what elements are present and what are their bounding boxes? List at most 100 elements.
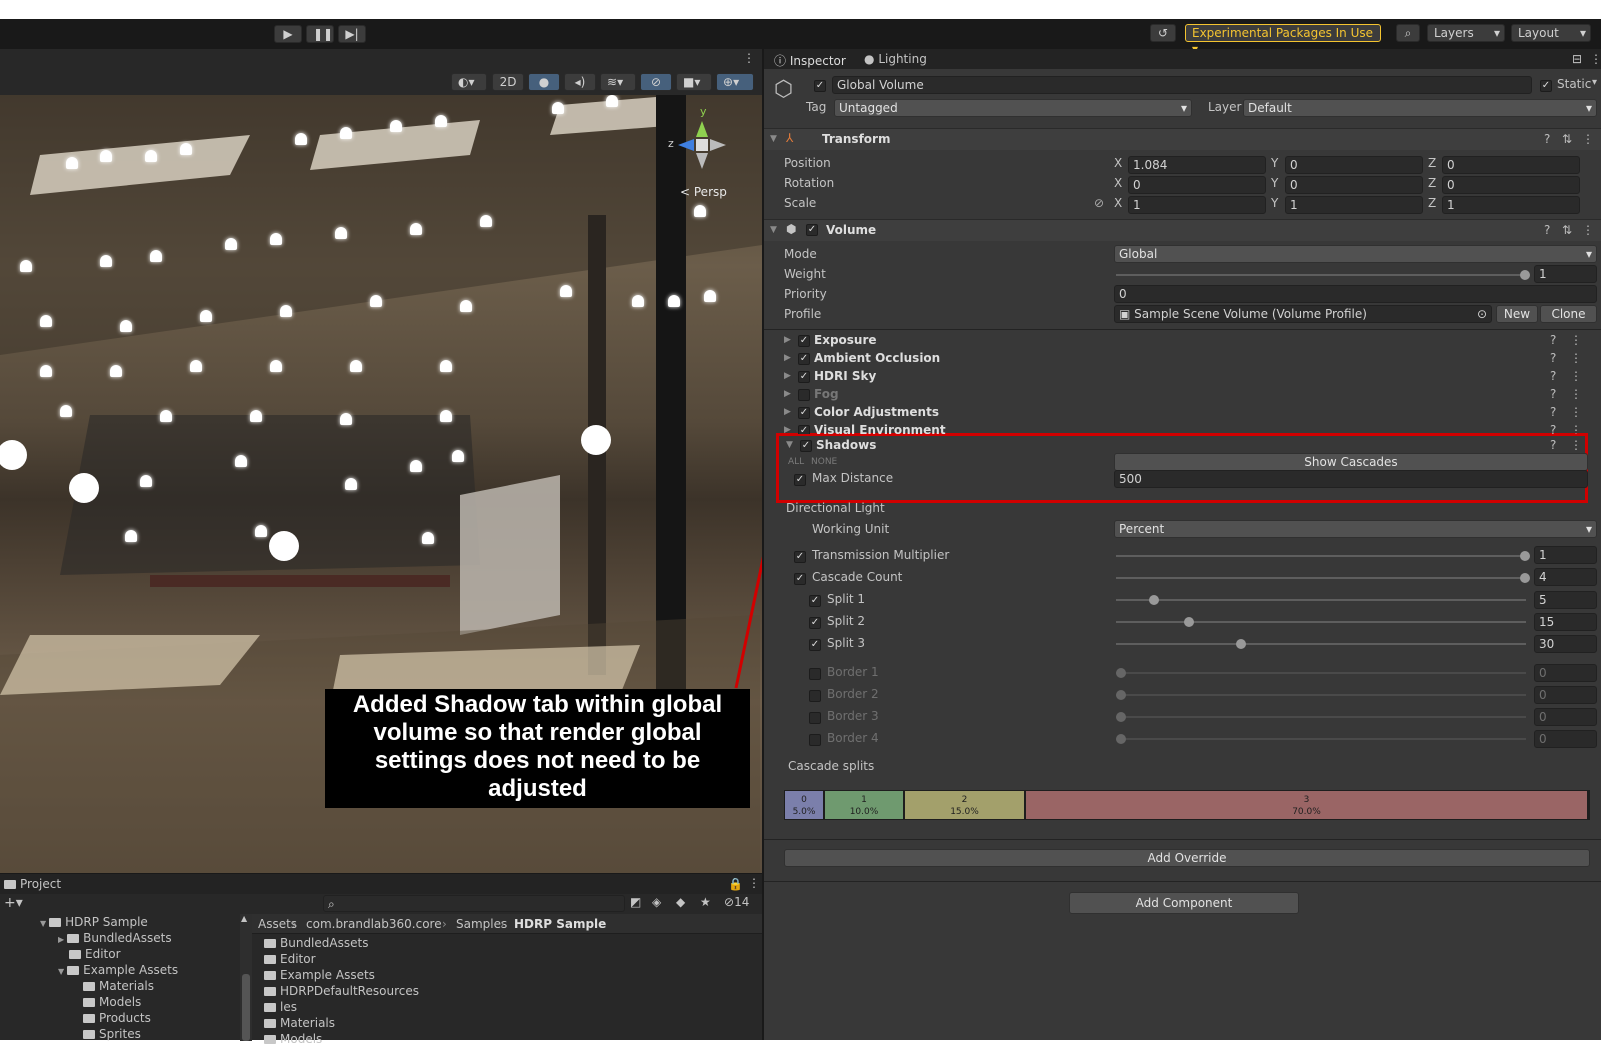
clone-profile-button[interactable]: Clone: [1540, 305, 1597, 323]
cascade-count-override-checkbox[interactable]: ✓: [794, 573, 806, 585]
help-icon[interactable]: ?: [1544, 223, 1550, 237]
help-icon[interactable]: ?: [1550, 351, 1556, 365]
weight-field[interactable]: 1: [1534, 265, 1597, 283]
override-enabled-checkbox[interactable]: ✓: [798, 353, 810, 365]
border-override-checkbox[interactable]: [809, 712, 821, 724]
gizmos-dropdown[interactable]: ⊕▾: [716, 73, 754, 91]
file-item[interactable]: Materials: [264, 1016, 335, 1030]
hidden-packages-toggle[interactable]: ⊘14: [724, 895, 749, 909]
tag-dropdown[interactable]: Untagged ▾: [834, 99, 1192, 117]
split-override-checkbox[interactable]: ✓: [809, 617, 821, 629]
border-slider-handle[interactable]: [1116, 712, 1126, 722]
cascade-segment[interactable]: 1 10.0%: [825, 791, 903, 819]
more-options-icon[interactable]: ⋮: [1582, 223, 1594, 237]
more-options-icon[interactable]: ⋮: [1570, 369, 1582, 383]
preset-icon[interactable]: ⇅: [1562, 223, 1572, 237]
border-slider-handle[interactable]: [1116, 668, 1126, 678]
add-override-button[interactable]: Add Override: [784, 849, 1590, 867]
more-options-icon[interactable]: ⋮: [1590, 52, 1601, 66]
preset-icon[interactable]: ⇅: [1562, 132, 1572, 146]
help-icon[interactable]: ?: [1550, 423, 1556, 434]
volume-enabled-checkbox[interactable]: ✓: [806, 224, 818, 236]
more-options-icon[interactable]: ⋮: [743, 51, 755, 65]
filter-type-icon[interactable]: ◩: [630, 895, 641, 909]
border-slider-track[interactable]: [1116, 738, 1526, 740]
transform-header[interactable]: ▼ ⅄ Transform ? ⇅ ⋮: [764, 128, 1601, 150]
toggle-all-button[interactable]: ALL: [788, 457, 804, 467]
split-override-checkbox[interactable]: ✓: [809, 639, 821, 651]
border-override-checkbox[interactable]: [809, 734, 821, 746]
weight-slider-handle[interactable]: [1520, 270, 1530, 280]
tree-item[interactable]: ▼ Example Assets: [58, 963, 178, 977]
file-item[interactable]: Example Assets: [264, 968, 375, 982]
2d-toggle[interactable]: 2D: [492, 73, 524, 91]
scene-orientation-gizmo[interactable]: y z: [668, 105, 738, 175]
override-row-visual-environment[interactable]: ▶ ✓ Visual Environment? ⋮: [764, 422, 1601, 434]
help-icon[interactable]: ?: [1550, 387, 1556, 401]
tree-item[interactable]: Models: [72, 995, 141, 1009]
projection-toggle[interactable]: < Persp: [680, 185, 727, 199]
working-unit-dropdown[interactable]: Percent ▾: [1114, 520, 1597, 538]
split-slider-track[interactable]: [1116, 643, 1526, 645]
effects-dropdown[interactable]: ≋▾: [600, 73, 636, 91]
tree-item[interactable]: Editor: [58, 947, 121, 961]
max-distance-override-checkbox[interactable]: ✓: [794, 474, 806, 486]
override-row-fog[interactable]: ▶ Fog? ⋮: [764, 386, 1601, 404]
scale-x-field[interactable]: 1: [1128, 196, 1266, 214]
cascade-count-field[interactable]: 4: [1534, 568, 1597, 586]
link-constrain-icon[interactable]: ⊘: [1094, 196, 1104, 210]
override-enabled-checkbox[interactable]: [798, 389, 810, 401]
help-icon[interactable]: ?: [1550, 333, 1556, 347]
cascade-count-slider-handle[interactable]: [1520, 573, 1530, 583]
override-enabled-checkbox[interactable]: ✓: [798, 371, 810, 383]
override-row-hdri-sky[interactable]: ▶ ✓ HDRI Sky? ⋮: [764, 368, 1601, 386]
cascade-segment[interactable]: 3 70.0%: [1026, 791, 1587, 819]
split-override-checkbox[interactable]: ✓: [809, 595, 821, 607]
split-field[interactable]: 15: [1534, 613, 1597, 631]
lock-icon[interactable]: ⊟: [1572, 52, 1582, 66]
show-cascades-button[interactable]: Show Cascades: [1114, 453, 1588, 471]
more-options-icon[interactable]: ⋮: [1570, 423, 1582, 434]
toggle-none-button[interactable]: NONE: [811, 457, 837, 467]
file-item[interactable]: BundledAssets: [264, 936, 368, 950]
object-picker-icon[interactable]: ⊙: [1477, 306, 1487, 322]
draw-mode-button[interactable]: ◐▾: [451, 73, 487, 91]
help-icon[interactable]: ?: [1550, 405, 1556, 419]
override-row-color-adjustments[interactable]: ▶ ✓ Color Adjustments? ⋮: [764, 404, 1601, 422]
experimental-packages-dropdown[interactable]: Experimental Packages In Use ▾: [1185, 24, 1381, 56]
tab-lighting[interactable]: ● Lighting: [864, 52, 927, 66]
filter-label-icon[interactable]: ◈: [652, 895, 661, 909]
favorite-star-icon[interactable]: ★: [700, 895, 711, 909]
lighting-toggle[interactable]: ●: [528, 73, 560, 91]
border-slider-handle[interactable]: [1116, 690, 1126, 700]
border-slider-track[interactable]: [1116, 694, 1526, 696]
more-options-icon[interactable]: ⋮: [1570, 438, 1582, 452]
transmission-slider-track[interactable]: [1116, 555, 1526, 557]
position-z-field[interactable]: 0: [1442, 156, 1580, 174]
scroll-thumb[interactable]: [242, 974, 250, 1041]
transmission-slider-handle[interactable]: [1520, 551, 1530, 561]
rotation-x-field[interactable]: 0: [1128, 176, 1266, 194]
border-field[interactable]: 0: [1534, 730, 1597, 748]
camera-dropdown[interactable]: ■▾: [676, 73, 712, 91]
scale-y-field[interactable]: 1: [1285, 196, 1423, 214]
priority-field[interactable]: 0: [1114, 285, 1597, 303]
cascade-segment[interactable]: 2 15.0%: [905, 791, 1024, 819]
scroll-up-icon[interactable]: ▲: [241, 914, 247, 923]
more-options-icon[interactable]: ⋮: [1570, 351, 1582, 365]
tree-item[interactable]: Materials: [72, 979, 154, 993]
step-button[interactable]: ▶|: [338, 25, 366, 43]
rotation-z-field[interactable]: 0: [1442, 176, 1580, 194]
more-options-icon[interactable]: ⋮: [1582, 132, 1594, 146]
more-options-icon[interactable]: ⋮: [1570, 405, 1582, 419]
split-slider-track[interactable]: [1116, 621, 1526, 623]
breadcrumb-item[interactable]: HDRP Sample: [514, 917, 606, 931]
split-slider-handle[interactable]: [1236, 639, 1246, 649]
override-enabled-checkbox[interactable]: ✓: [798, 335, 810, 347]
transmission-field[interactable]: 1: [1534, 546, 1597, 564]
cascade-splits-bar[interactable]: 0 5.0% 1 10.0% 2 15.0% 3 70.0%: [784, 790, 1590, 820]
tab-inspector[interactable]: ⓘ Inspector: [774, 52, 846, 69]
border-override-checkbox[interactable]: [809, 690, 821, 702]
audio-toggle[interactable]: ◂): [564, 73, 596, 91]
rotation-y-field[interactable]: 0: [1285, 176, 1423, 194]
